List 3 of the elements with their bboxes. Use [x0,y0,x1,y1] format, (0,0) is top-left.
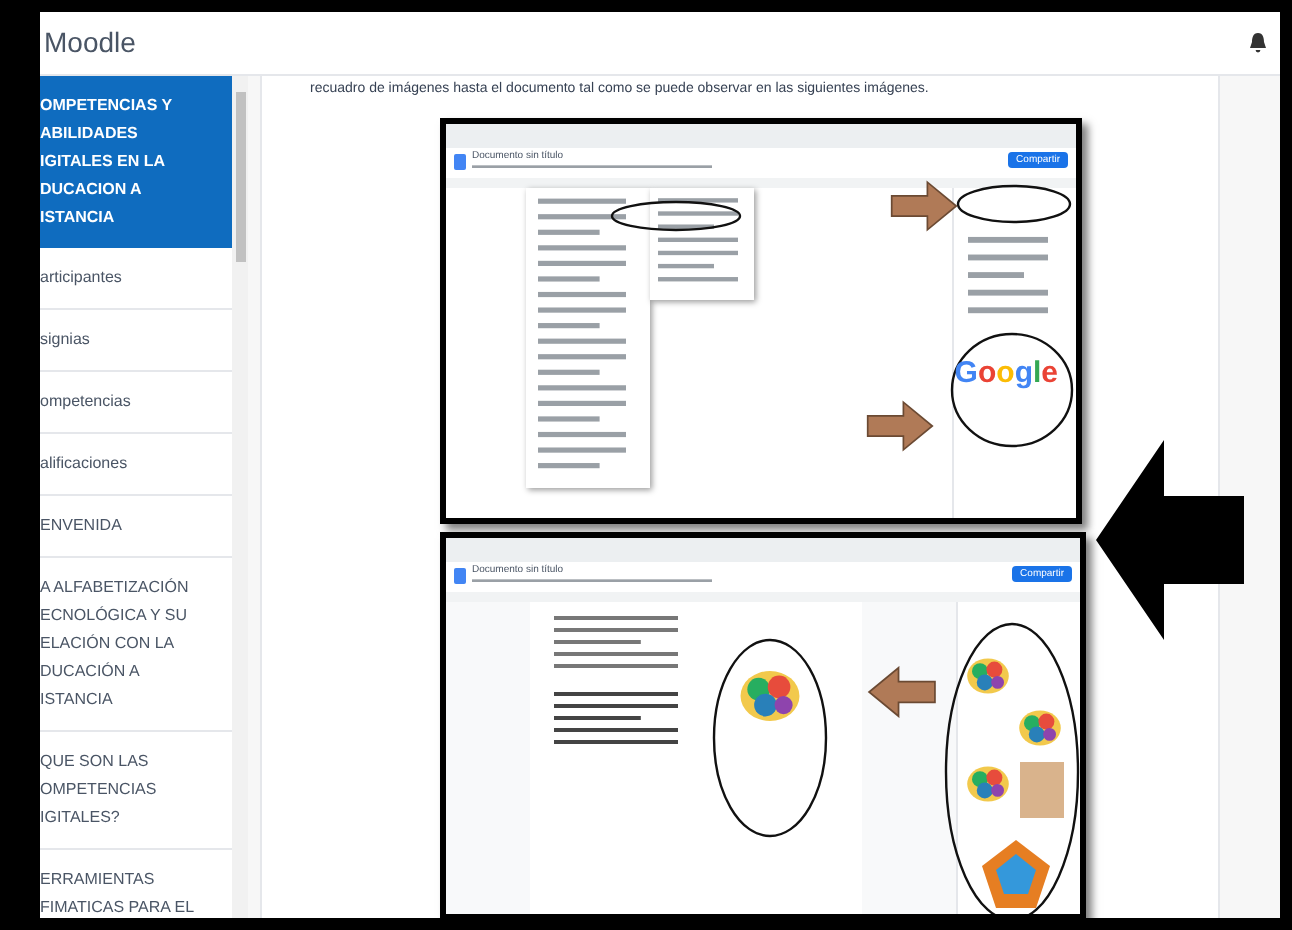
logo: Google [954,358,1058,390]
site-title[interactable]: Moodle [44,22,136,64]
sidebar-item[interactable]: OMPETENCIAS Y ABILIDADES IGITALES EN LA DUCACION A ISTANCIA [40,76,232,248]
